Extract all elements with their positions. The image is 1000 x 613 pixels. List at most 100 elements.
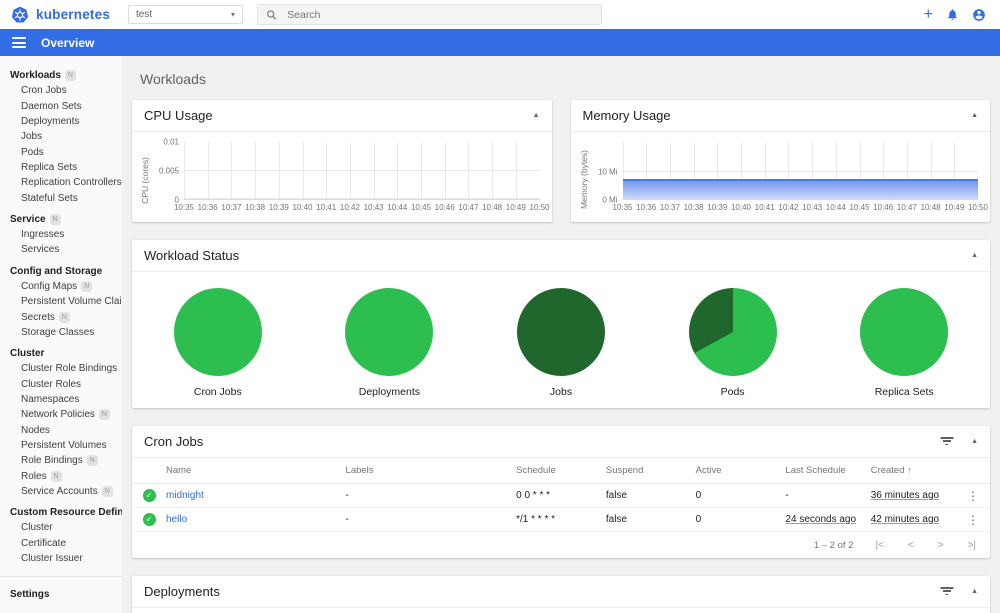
sidebar-item-label: Custom Resource Definitions: [10, 507, 122, 519]
collapse-button[interactable]: ▲: [971, 438, 978, 445]
notifications-button[interactable]: [946, 8, 959, 21]
cpu-usage-card: CPU Usage ▲ CPU (cores) 0.01 0.005 0 10:35…: [132, 100, 552, 222]
sidebar-item[interactable]: Settings: [0, 587, 122, 602]
sidebar-item[interactable]: Ingresses: [0, 227, 122, 242]
column-header[interactable]: Name: [166, 465, 346, 476]
resource-name-link[interactable]: hello: [166, 514, 346, 525]
sidebar-item[interactable]: Stateful Sets: [0, 190, 122, 205]
collapse-button[interactable]: ▲: [971, 252, 978, 259]
last-page-button[interactable]: >|: [968, 540, 976, 551]
sidebar-item[interactable]: Workloads N: [0, 68, 122, 83]
sidebar-item[interactable]: Daemon Sets: [0, 99, 122, 114]
sidebar-item[interactable]: Secrets N: [0, 309, 122, 324]
card-title: CPU Usage: [144, 108, 213, 123]
sidebar-item-label: Nodes: [21, 424, 50, 436]
collapse-button[interactable]: ▲: [971, 112, 978, 119]
search-input[interactable]: [287, 8, 593, 21]
appbar-title: Overview: [41, 35, 95, 50]
gridline: [207, 142, 209, 199]
sidebar-item[interactable]: Certificate: [0, 536, 122, 551]
next-page-button[interactable]: >: [938, 540, 944, 551]
sidebar-item[interactable]: Cron Jobs: [0, 83, 122, 98]
search-bar[interactable]: [257, 4, 602, 25]
sidebar-item[interactable]: Role Bindings N: [0, 453, 122, 468]
sidebar-item[interactable]: Config and Storage: [0, 264, 122, 279]
column-header[interactable]: Schedule: [516, 465, 606, 476]
new-badge: N: [81, 281, 93, 292]
filter-icon[interactable]: [940, 437, 954, 446]
sort-ascending-icon: ↑: [907, 465, 913, 475]
sidebar-item[interactable]: Cluster Role Bindings: [0, 361, 122, 376]
column-header[interactable]: Active: [696, 465, 786, 476]
sidebar-item-label: Settings: [10, 589, 50, 601]
sidebar-item[interactable]: Config Maps N: [0, 279, 122, 294]
sidebar-item-label: Service: [10, 213, 46, 225]
page-title: Workloads: [140, 71, 206, 87]
gridline: [184, 142, 185, 199]
resource-name-link[interactable]: midnight: [166, 490, 346, 501]
table-header-row: Name Labels Pods Created↑ Images: [132, 608, 990, 613]
filter-icon[interactable]: [940, 587, 954, 596]
first-page-button[interactable]: |<: [875, 540, 883, 551]
last-schedule-cell: -: [785, 490, 789, 501]
sidebar-item-label: Jobs: [21, 131, 43, 143]
profile-button[interactable]: [972, 8, 986, 22]
new-badge: N: [86, 455, 98, 467]
sidebar-item[interactable]: Persistent Volume Claims N: [0, 294, 122, 309]
create-resource-button[interactable]: +: [924, 6, 933, 22]
sidebar-item[interactable]: Replica Sets: [0, 160, 122, 175]
x-tick-label: 10:49: [944, 203, 965, 212]
sidebar-item-label: Certificate: [21, 537, 67, 549]
sidebar-item[interactable]: Replication Controllers: [0, 175, 122, 190]
pagination-range: 1 – 2 of 2: [813, 539, 854, 551]
column-header[interactable]: Suspend: [606, 465, 696, 476]
suspend-cell: false: [605, 490, 627, 501]
sidebar-item[interactable]: Cluster: [0, 346, 122, 361]
kubernetes-logo-icon: [11, 6, 29, 23]
menu-button[interactable]: [12, 37, 26, 48]
row-menu-button[interactable]: ⋮: [956, 489, 990, 503]
namespace-value: test: [136, 9, 153, 20]
sidebar-item-label: Config and Storage: [10, 265, 103, 277]
sidebar-item-label: Persistent Volumes: [21, 439, 107, 451]
sidebar-item[interactable]: Roles N: [0, 468, 122, 483]
sidebar-item[interactable]: Services: [0, 242, 122, 257]
previous-page-button[interactable]: <: [908, 540, 914, 551]
sidebar-item[interactable]: Cluster Roles: [0, 377, 122, 392]
sidebar-item[interactable]: Cluster Issuer: [0, 551, 122, 566]
sidebar-item[interactable]: Service Accounts N: [0, 484, 122, 499]
sidebar-item[interactable]: Persistent Volumes: [0, 438, 122, 453]
kubernetes-brand[interactable]: kubernetes: [10, 5, 128, 25]
sidebar-item[interactable]: Storage Classes: [0, 325, 122, 340]
sidebar-item[interactable]: Jobs: [0, 129, 122, 144]
pie-chart: [345, 288, 434, 376]
sidebar-item[interactable]: Namespaces: [0, 392, 122, 407]
column-header-sorted[interactable]: Created ↑: [871, 465, 956, 476]
table-row: ✓ hello - */1 * * * * false 0 24 seconds…: [132, 508, 990, 532]
sidebar-item[interactable]: Cluster: [0, 520, 122, 535]
sidebar-item[interactable]: Nodes: [0, 423, 122, 438]
new-badge: N: [64, 70, 76, 82]
sidebar-item[interactable]: Deployments: [0, 114, 122, 129]
area-series: [622, 178, 978, 199]
sidebar-item-label: Cluster Role Bindings: [21, 363, 118, 375]
x-tick-label: 10:46: [434, 203, 455, 212]
cpu-usage-chart: CPU (cores) 0.01 0.005 0 10:35 10:36 10:37 10…: [132, 132, 552, 222]
collapse-button[interactable]: ▲: [971, 588, 978, 595]
column-header[interactable]: Last Schedule: [785, 465, 870, 476]
gridline: [622, 170, 978, 172]
collapse-button[interactable]: ▲: [533, 112, 540, 119]
sidebar-item[interactable]: Network Policies N: [0, 407, 122, 422]
y-tick-label: 0.005: [158, 166, 179, 176]
sidebar-item[interactable]: Pods: [0, 144, 122, 159]
row-menu-button[interactable]: ⋮: [956, 513, 990, 527]
sidebar-item-label: Workloads: [10, 70, 61, 82]
chevron-down-icon: ▾: [230, 10, 235, 19]
pagination: 1 – 2 of 2 |< < > >|: [132, 532, 990, 558]
column-header[interactable]: Labels: [346, 465, 517, 476]
namespace-selector[interactable]: test ▾: [128, 5, 243, 24]
top-header: kubernetes test ▾ +: [0, 0, 1000, 29]
sidebar-item[interactable]: Custom Resource Definitions: [0, 505, 122, 520]
x-tick-label: 10:37: [221, 203, 242, 212]
sidebar-item[interactable]: Service N: [0, 212, 122, 227]
